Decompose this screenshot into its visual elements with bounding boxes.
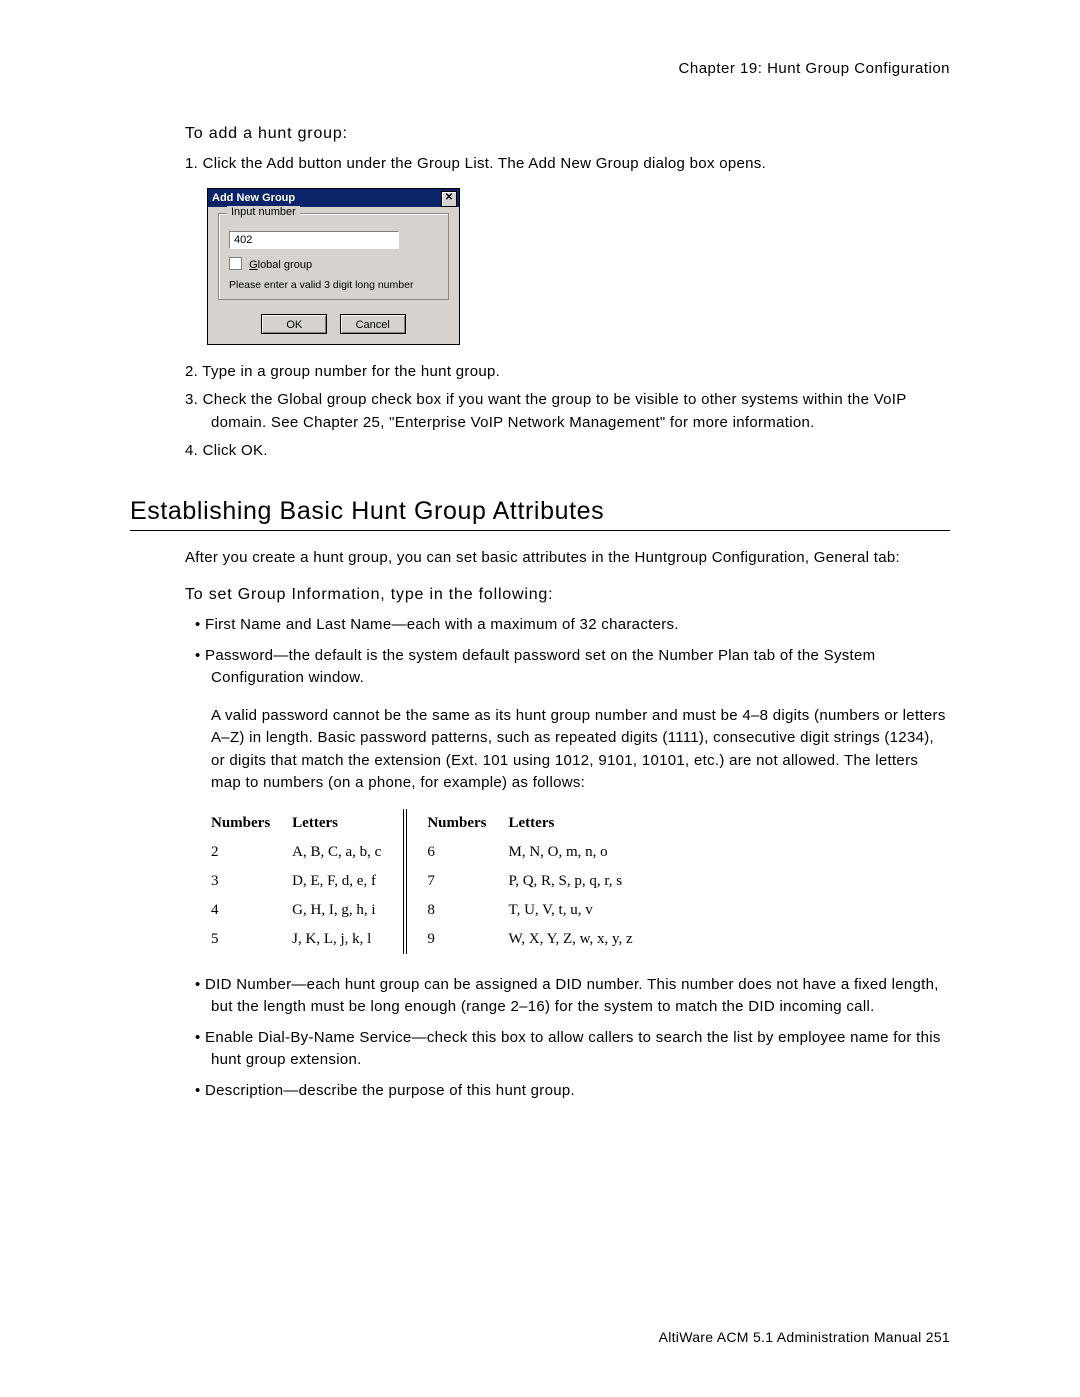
ok-button[interactable]: OK (261, 314, 327, 334)
cell-l: D, E, F, d, e, f (292, 867, 403, 896)
letter-map-left: Numbers Letters 2A, B, C, a, b, c 3D, E,… (211, 809, 403, 954)
divider-icon (406, 809, 407, 954)
close-icon[interactable]: ✕ (441, 191, 457, 207)
step-2: 2. Type in a group number for the hunt g… (185, 361, 950, 384)
letter-map-right: Numbers Letters 6M, N, O, m, n, o 7P, Q,… (427, 809, 654, 954)
add-hunt-group-title: To add a hunt group: (185, 125, 950, 143)
cell-n: 9 (427, 925, 508, 954)
input-number-legend: Input number (227, 206, 300, 218)
cell-l: P, Q, R, S, p, q, r, s (509, 867, 655, 896)
step-4: 4. Click OK. (185, 440, 950, 463)
group-info-bullets-2: DID Number—each hunt group can be assign… (185, 974, 950, 1103)
bullet-did-number: DID Number—each hunt group can be assign… (185, 974, 950, 1019)
section-rule (130, 530, 950, 531)
group-number-input[interactable] (229, 231, 399, 249)
cell-l: J, K, L, j, k, l (292, 925, 403, 954)
global-group-label: Global group (249, 259, 312, 271)
group-info-bullets: First Name and Last Name—each with a max… (185, 614, 950, 690)
cell-n: 3 (211, 867, 292, 896)
cell-l: W, X, Y, Z, w, x, y, z (509, 925, 655, 954)
add-new-group-dialog: Add New Group ✕ Input number Global grou… (207, 188, 460, 345)
cell-n: 7 (427, 867, 508, 896)
bullet-first-last-name: First Name and Last Name—each with a max… (185, 614, 950, 637)
cell-n: 6 (427, 838, 508, 867)
dialog-body: Input number Global group Please enter a… (208, 207, 459, 344)
page: Chapter 19: Hunt Group Configuration To … (0, 0, 1080, 1397)
bullet-password: Password—the default is the system defau… (185, 645, 950, 690)
cell-l: T, U, V, t, u, v (509, 896, 655, 925)
password-note: A valid password cannot be the same as i… (185, 705, 950, 795)
step-1: 1. Click the Add button under the Group … (185, 153, 950, 176)
divider-icon (403, 809, 404, 954)
section-intro: After you create a hunt group, you can s… (185, 547, 950, 569)
steps-list-cont: 2. Type in a group number for the hunt g… (185, 361, 950, 463)
cell-n: 2 (211, 838, 292, 867)
cell-l: G, H, I, g, h, i (292, 896, 403, 925)
col-letters-header-right: Letters (509, 809, 655, 838)
dialog-titlebar[interactable]: Add New Group ✕ (208, 189, 459, 207)
cell-l: A, B, C, a, b, c (292, 838, 403, 867)
cancel-button[interactable]: Cancel (340, 314, 406, 334)
cell-n: 5 (211, 925, 292, 954)
cell-l: M, N, O, m, n, o (509, 838, 655, 867)
global-group-row[interactable]: Global group (229, 257, 438, 271)
hint-text: Please enter a valid 3 digit long number (229, 279, 438, 291)
bullet-description: Description—describe the purpose of this… (185, 1080, 950, 1103)
step-3: 3. Check the Global group check box if y… (185, 389, 950, 434)
steps-list: 1. Click the Add button under the Group … (185, 153, 950, 176)
col-letters-header-left: Letters (292, 809, 403, 838)
set-group-info-subhead: To set Group Information, type in the fo… (185, 586, 950, 604)
dialog-title-text: Add New Group (212, 192, 295, 204)
section-heading: Establishing Basic Hunt Group Attributes (130, 497, 950, 526)
letter-map-table: Numbers Letters 2A, B, C, a, b, c 3D, E,… (211, 809, 950, 954)
col-numbers-header-right: Numbers (427, 809, 508, 838)
global-group-checkbox[interactable] (229, 257, 242, 270)
cell-n: 4 (211, 896, 292, 925)
input-number-group: Input number Global group Please enter a… (218, 213, 449, 300)
cell-n: 8 (427, 896, 508, 925)
chapter-header: Chapter 19: Hunt Group Configuration (130, 60, 950, 77)
bullet-dial-by-name: Enable Dial-By-Name Service—check this b… (185, 1027, 950, 1072)
page-footer: AltiWare ACM 5.1 Administration Manual 2… (659, 1329, 950, 1345)
col-numbers-header-left: Numbers (211, 809, 292, 838)
